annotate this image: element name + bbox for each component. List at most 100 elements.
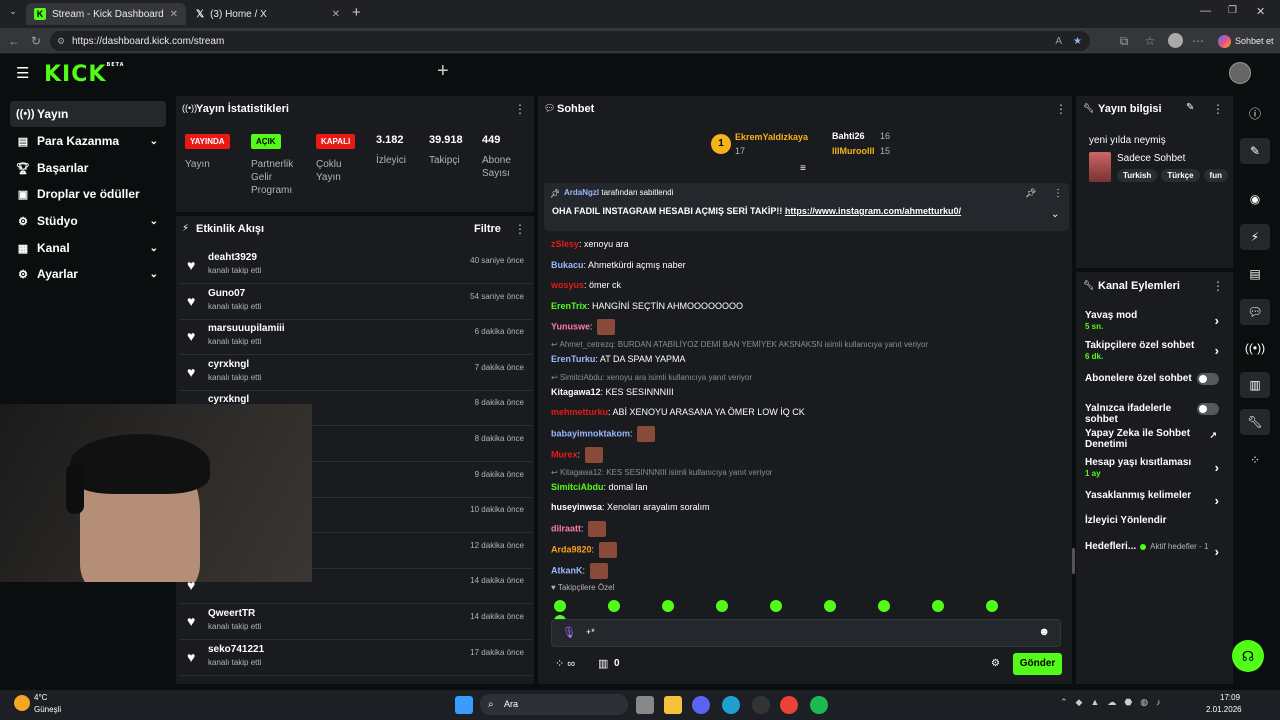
channel-action-item[interactable]: Takipçilere özel sohbet 6 dk. › (1085, 340, 1225, 361)
favorite-star-icon[interactable]: ★ (1073, 36, 1082, 47)
broadcast-icon[interactable]: ((•)) (1240, 335, 1270, 361)
tab-list-button[interactable]: ⌄ (6, 6, 20, 20)
emoji-picker-icon[interactable]: ☻ (1038, 626, 1050, 638)
chat-username[interactable]: AtkanK (551, 565, 583, 575)
store-icon[interactable]: ▥ (598, 657, 608, 670)
activity-item[interactable]: ♥ marsuuupilamiii kanalı takip etti 6 dakik… (180, 319, 532, 356)
activity-item[interactable]: ♥ cyrxkngl kanalı takip etti 7 dakika önce (180, 355, 532, 391)
chat-username[interactable]: wosyus (551, 280, 584, 290)
category-thumbnail[interactable] (1089, 152, 1111, 182)
emote-icon[interactable] (716, 600, 728, 612)
stream-info-menu-icon[interactable]: ⋮ (1212, 102, 1224, 116)
chat-input[interactable]: 🎙︎ +* ☻ (551, 619, 1061, 647)
wrench-icon[interactable]: 🔧︎ (1240, 409, 1270, 435)
address-bar[interactable]: ⚙ https://dashboard.kick.com/stream A ★ (50, 31, 1090, 51)
window-close-button[interactable]: ✕ (1256, 5, 1265, 18)
activity-item[interactable]: ♥ seko741221 kanalı takip etti 17 dakika ön… (180, 640, 532, 676)
sidebar-item-para-kazanma[interactable]: ▤ Para Kazanma ⌄ (10, 128, 166, 154)
channel-action-item[interactable]: Hedefleri... Aktif hedefler - 1 › (1085, 541, 1225, 559)
activity-item[interactable]: ♥ deaht3929 kanalı takip etti 40 saniye önc… (180, 248, 532, 284)
back-icon[interactable]: ← (6, 33, 22, 49)
windows-start-icon[interactable] (455, 696, 473, 714)
collapse-icon[interactable]: ≡ (800, 163, 806, 174)
activity-item[interactable]: ♥ Guno07 kanalı takip etti 54 saniye önce (180, 284, 532, 320)
activity-username[interactable]: Guno07 (208, 288, 245, 299)
tag-chip[interactable]: fun (1203, 169, 1228, 182)
pinned-menu-icon[interactable]: ⋮ (1053, 188, 1063, 199)
tag-chip[interactable]: Türkçe (1161, 169, 1200, 182)
spotify-icon[interactable] (810, 696, 828, 714)
activity-username[interactable]: QweertTR (208, 608, 255, 619)
toggle-switch[interactable] (1197, 403, 1219, 415)
chat-username[interactable]: ErenTrix (551, 301, 587, 311)
microphone-icon[interactable]: 🎙︎ (562, 626, 576, 639)
chevron-down-icon[interactable]: ⌄ (1051, 209, 1059, 220)
edit-icon[interactable]: ✎ (1186, 102, 1194, 113)
discord-icon[interactable] (692, 696, 710, 714)
camera-icon[interactable]: ◉ (1240, 186, 1270, 212)
emote-icon[interactable] (986, 600, 998, 612)
edit-icon[interactable]: ✎ (1240, 138, 1270, 164)
scrollbar[interactable] (1072, 548, 1075, 574)
reply-context[interactable]: ↩ SimitciAbdu: xenoyu ara isimli kullanı… (551, 373, 752, 382)
minimize-button[interactable]: — (1200, 5, 1211, 17)
sidebar-item-droplar[interactable]: ▣ Droplar ve ödüller (10, 181, 166, 207)
extensions-icon[interactable]: ⧉ (1116, 33, 1132, 49)
sidebar-item-kanal[interactable]: ▦ Kanal ⌄ (10, 235, 166, 261)
sidebar-item-basarilar[interactable]: 🏆︎ Başarılar (10, 155, 166, 181)
chat-username[interactable]: Yunuswe (551, 321, 590, 331)
weather-icon[interactable] (14, 695, 30, 711)
tab-x-home[interactable]: 𝕏 (3) Home / X ✕ (188, 3, 348, 25)
edge-icon[interactable] (722, 696, 740, 714)
top-gifter-name[interactable]: lllMuroolll (832, 146, 875, 156)
emote-bar[interactable] (554, 600, 1064, 627)
pinned-link[interactable]: https://www.instagram.com/ahmetturku0/ (785, 206, 961, 216)
chat-bubble-icon[interactable]: 💬︎ (1240, 299, 1270, 325)
activity-username[interactable]: seko741221 (208, 644, 264, 655)
category-name[interactable]: Sadece Sohbet (1117, 153, 1185, 164)
channel-action-item[interactable]: İzleyici Yönlendir (1085, 515, 1225, 526)
activity-username[interactable]: deaht3929 (208, 252, 257, 263)
maximize-button[interactable]: ❐ (1228, 5, 1237, 16)
chat-username[interactable]: Murex (551, 449, 578, 459)
top-gifter-name[interactable]: EkremYaldizkaya (735, 132, 808, 142)
close-icon[interactable]: ✕ (170, 9, 178, 20)
channel-action-item[interactable]: Yasaklanmış kelimeler › (1085, 490, 1225, 508)
more-options-icon[interactable]: ⋯ (1190, 33, 1206, 49)
system-tray[interactable]: ⌃◆▲☁⬣◍♪ (1060, 697, 1169, 708)
tab-kick-dashboard[interactable]: K Stream - Kick Dashboard ✕ (26, 3, 186, 25)
reload-icon[interactable]: ↻ (28, 33, 44, 49)
taskbar-search[interactable]: ⌕ Ara (480, 694, 628, 715)
support-button[interactable]: ☊ (1232, 640, 1264, 672)
chat-username[interactable]: Bukacu (551, 260, 584, 270)
emote-icon[interactable] (878, 600, 890, 612)
reply-context[interactable]: ↩ Ahmet_cetrezq: BURDAN ATABİLİYOZ DEMİ … (551, 340, 928, 349)
read-aloud-icon[interactable]: A (1055, 36, 1062, 47)
chat-username[interactable]: dilraatt (551, 523, 581, 533)
info-icon[interactable]: ⓘ (1240, 101, 1270, 127)
document-icon[interactable]: ▤ (1240, 261, 1270, 287)
unpin-icon[interactable]: 📌︎ (1025, 188, 1036, 199)
task-view-icon[interactable] (636, 696, 654, 714)
chat-username[interactable]: ErenTurku (551, 354, 595, 364)
emote-icon[interactable] (662, 600, 674, 612)
channel-actions-menu-icon[interactable]: ⋮ (1212, 279, 1224, 293)
app-icon[interactable] (752, 696, 770, 714)
create-button[interactable]: + (437, 60, 449, 83)
chrome-icon[interactable] (780, 696, 798, 714)
toggle-switch[interactable] (1197, 373, 1219, 385)
activity-username[interactable]: cyrxkngl (208, 359, 249, 370)
channel-action-item[interactable]: Abonelere özel sohbet (1085, 373, 1225, 385)
activity-item[interactable]: ♥ QweertTR kanalı takip etti 14 dakika önce (180, 604, 532, 640)
lightning-icon[interactable]: ⚡︎ (1240, 224, 1270, 250)
emote-icon[interactable] (932, 600, 944, 612)
sidebar-item-ayarlar[interactable]: ⚙ Ayarlar ⌄ (10, 261, 166, 287)
sidebar-item-studyo[interactable]: ⚙ Stüdyo ⌄ (10, 208, 166, 234)
emote-icon[interactable] (824, 600, 836, 612)
viewer-list-icon[interactable]: ⁘ ∞ (555, 657, 575, 670)
sidebar-item-yayin[interactable]: ((•)) Yayın (10, 101, 166, 127)
copilot-button[interactable]: Sohbet et (1212, 31, 1280, 51)
close-icon[interactable]: ✕ (332, 9, 340, 20)
apps-icon[interactable]: ⁘ (1240, 447, 1270, 473)
site-info-icon[interactable]: ⚙ (57, 36, 65, 47)
